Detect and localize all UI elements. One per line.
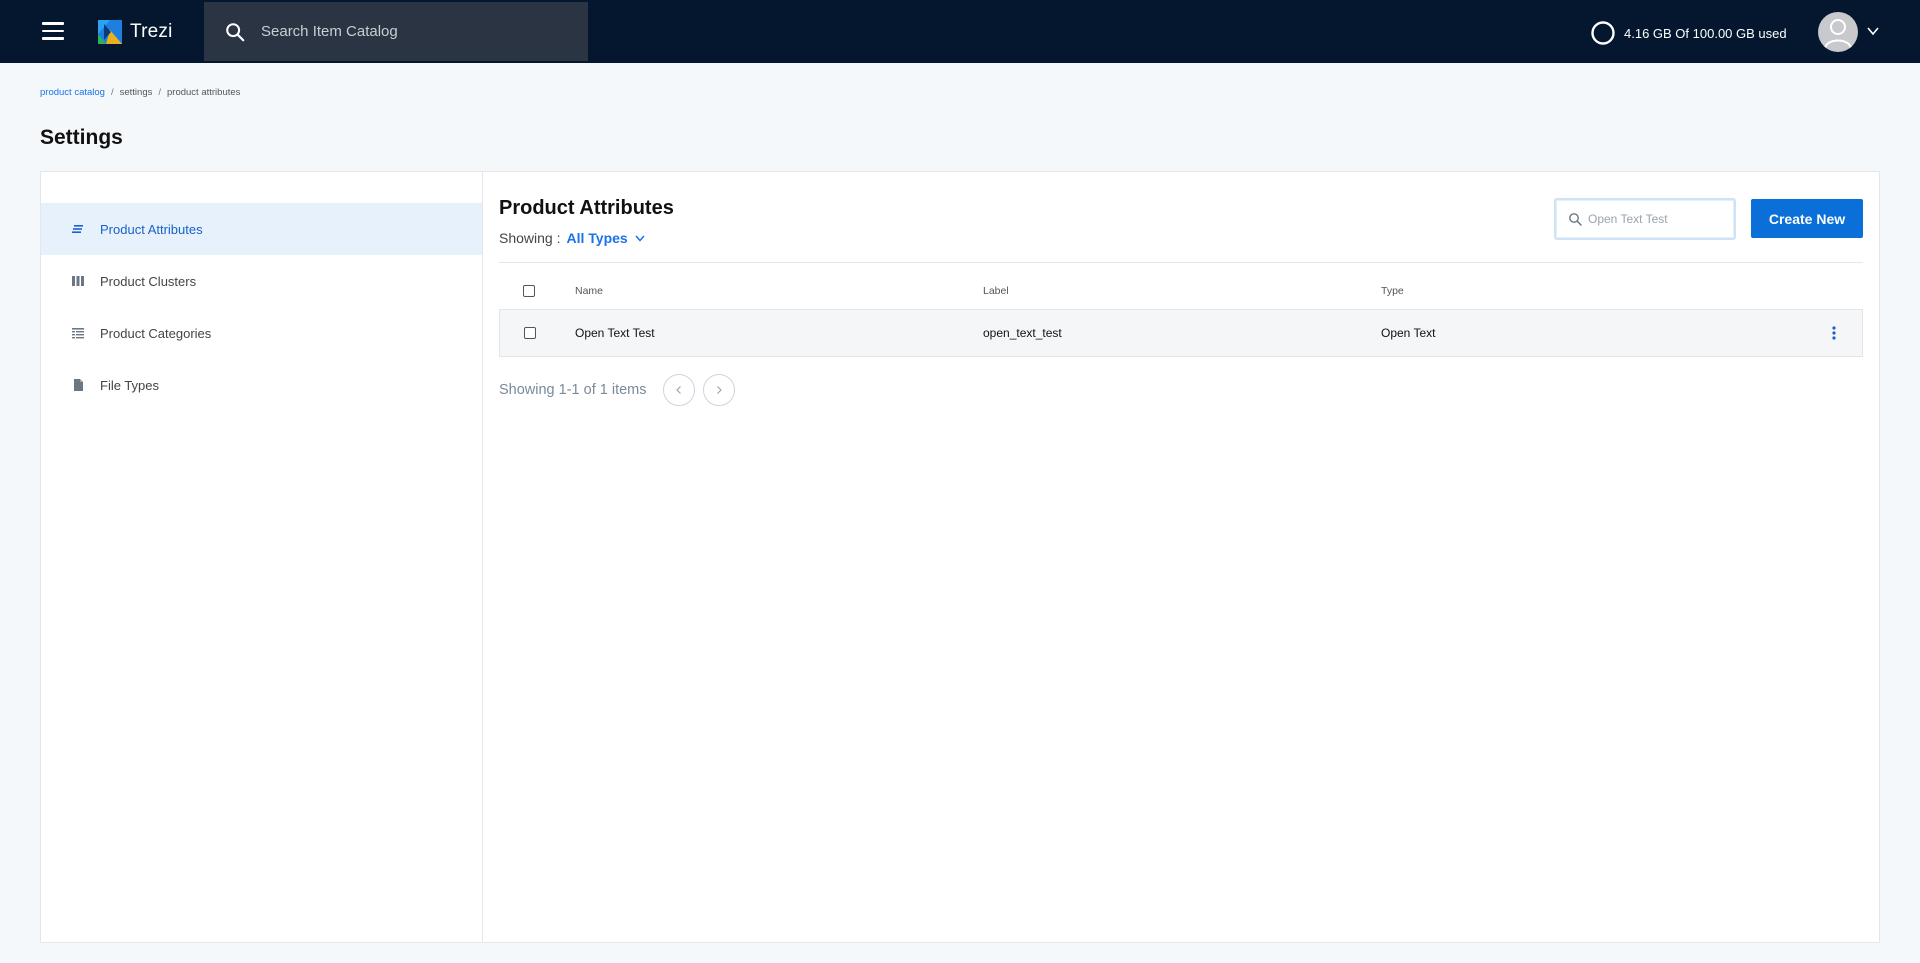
page-title: Settings xyxy=(40,126,123,149)
menu-icon[interactable] xyxy=(42,22,64,40)
chevron-down-icon xyxy=(635,235,645,242)
chevron-right-icon xyxy=(716,386,722,394)
breadcrumb-product-attributes: product attributes xyxy=(167,87,241,98)
attributes-panel: Product Attributes Showing : All Types C… xyxy=(483,172,1879,942)
settings-sidebar: Product Attributes Product Clusters Prod… xyxy=(41,172,483,942)
table-row[interactable]: Open Text Test open_text_test Open Text xyxy=(499,309,1863,357)
sidebar-item-product-categories[interactable]: Product Categories xyxy=(41,307,482,359)
top-bar: Trezi 4.16 GB Of 100.00 GB used xyxy=(0,0,1920,63)
clusters-icon xyxy=(72,276,84,286)
storage-usage: 4.16 GB Of 100.00 GB used xyxy=(1590,20,1787,46)
more-options-icon[interactable] xyxy=(1826,325,1842,341)
sidebar-item-file-types[interactable]: File Types xyxy=(41,359,482,411)
catalog-search xyxy=(204,2,588,61)
attributes-icon xyxy=(72,225,83,233)
search-icon xyxy=(226,22,245,41)
storage-ring-icon xyxy=(1591,21,1615,45)
cell-name: Open Text Test xyxy=(575,326,655,340)
sidebar-item-label: Product Attributes xyxy=(100,221,203,237)
type-filter-dropdown[interactable]: All Types xyxy=(566,230,645,246)
table-header: Name Label Type xyxy=(499,275,1863,307)
breadcrumb-settings[interactable]: settings xyxy=(120,87,153,98)
divider xyxy=(499,262,1863,263)
sidebar-item-label: Product Categories xyxy=(100,325,212,341)
type-filter: Showing : All Types xyxy=(499,230,646,246)
cell-type: Open Text xyxy=(1381,326,1436,340)
next-page-button[interactable] xyxy=(702,374,735,406)
trezi-logo-icon xyxy=(98,20,122,44)
chevron-down-icon[interactable] xyxy=(1866,24,1880,38)
showing-label: Showing : xyxy=(499,230,561,246)
breadcrumb-product-catalog[interactable]: product catalog xyxy=(40,87,105,98)
chevron-left-icon xyxy=(675,386,681,394)
column-header-label[interactable]: Label xyxy=(983,275,1009,307)
storage-text: 4.16 GB Of 100.00 GB used xyxy=(1624,25,1787,41)
breadcrumb: product catalog / settings / product att… xyxy=(40,87,241,98)
app-name: Trezi xyxy=(130,21,173,42)
sidebar-item-label: Product Clusters xyxy=(100,273,197,289)
type-filter-value: All Types xyxy=(566,230,628,246)
file-icon xyxy=(74,379,83,391)
categories-icon xyxy=(72,328,84,339)
pagination-text: Showing 1-1 of 1 items xyxy=(499,382,647,398)
catalog-search-input[interactable] xyxy=(261,23,561,40)
avatar[interactable] xyxy=(1818,12,1858,52)
attribute-search-input[interactable] xyxy=(1588,212,1728,226)
previous-page-button[interactable] xyxy=(662,374,695,406)
pagination: Showing 1-1 of 1 items xyxy=(499,374,735,406)
settings-card: Product Attributes Product Clusters Prod… xyxy=(40,171,1880,943)
sidebar-item-label: File Types xyxy=(100,377,160,393)
column-header-name[interactable]: Name xyxy=(575,275,603,307)
column-header-type[interactable]: Type xyxy=(1381,275,1404,307)
cell-label: open_text_test xyxy=(983,326,1062,340)
search-icon xyxy=(1569,213,1582,226)
create-new-button[interactable]: Create New xyxy=(1751,199,1863,238)
app-logo[interactable]: Trezi xyxy=(98,20,173,44)
sidebar-item-product-attributes[interactable]: Product Attributes xyxy=(41,203,482,255)
panel-title: Product Attributes xyxy=(499,197,674,219)
attribute-search xyxy=(1554,198,1736,240)
user-icon xyxy=(1824,19,1852,49)
sidebar-item-product-clusters[interactable]: Product Clusters xyxy=(41,255,482,307)
row-checkbox[interactable] xyxy=(524,327,536,339)
select-all-checkbox[interactable] xyxy=(523,285,535,297)
